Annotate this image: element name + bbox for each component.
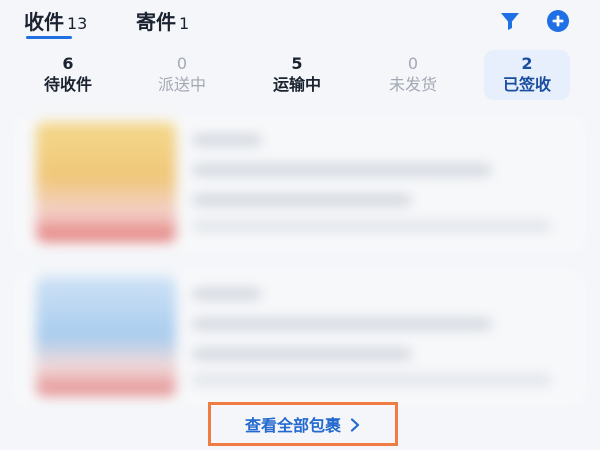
status-count: 6 bbox=[62, 54, 74, 73]
package-card[interactable] bbox=[14, 116, 586, 252]
blurred-text bbox=[192, 374, 552, 386]
status-count: 0 bbox=[407, 54, 419, 73]
add-circle-icon[interactable] bbox=[546, 9, 570, 33]
package-list bbox=[0, 106, 600, 406]
tab-receive-count: 13 bbox=[67, 14, 88, 33]
package-thumbnail bbox=[36, 276, 176, 396]
status-pending-pickup[interactable]: 6 待收件 bbox=[25, 50, 111, 100]
blurred-text bbox=[192, 164, 492, 176]
package-card[interactable] bbox=[14, 270, 586, 406]
status-count: 0 bbox=[176, 54, 188, 73]
status-count: 5 bbox=[291, 54, 303, 73]
blurred-text bbox=[192, 348, 412, 360]
blurred-text bbox=[192, 220, 552, 232]
blurred-text bbox=[192, 194, 412, 206]
blurred-text bbox=[192, 288, 262, 300]
view-all-packages-link[interactable]: 查看全部包裹 bbox=[208, 402, 398, 446]
tab-send[interactable]: 寄件 1 bbox=[136, 6, 189, 35]
view-all-label: 查看全部包裹 bbox=[244, 416, 341, 435]
filter-icon[interactable] bbox=[498, 9, 522, 33]
status-label: 待收件 bbox=[43, 75, 92, 94]
status-signed[interactable]: 2 已签收 bbox=[484, 50, 570, 100]
status-label: 运输中 bbox=[272, 75, 321, 94]
status-label: 派送中 bbox=[157, 75, 206, 94]
tab-receive-label: 收件 bbox=[24, 10, 64, 34]
chevron-right-icon bbox=[349, 417, 361, 432]
tab-send-label: 寄件 bbox=[136, 10, 176, 34]
blurred-text bbox=[192, 134, 262, 146]
status-label: 已签收 bbox=[502, 75, 551, 94]
blurred-text bbox=[192, 318, 492, 330]
package-thumbnail bbox=[36, 122, 176, 242]
status-label: 未发货 bbox=[388, 75, 437, 94]
status-delivering[interactable]: 0 派送中 bbox=[139, 50, 225, 100]
tab-receive[interactable]: 收件 13 bbox=[24, 6, 87, 35]
status-in-transit[interactable]: 5 运输中 bbox=[254, 50, 340, 100]
status-filter-row: 6 待收件 0 派送中 5 运输中 0 未发货 2 已签收 bbox=[0, 50, 600, 102]
tab-send-count: 1 bbox=[179, 14, 190, 33]
status-count: 2 bbox=[521, 54, 533, 73]
status-not-shipped[interactable]: 0 未发货 bbox=[370, 50, 456, 100]
top-tab-bar: 收件 13 寄件 1 bbox=[0, 0, 600, 44]
active-tab-indicator bbox=[26, 36, 72, 39]
